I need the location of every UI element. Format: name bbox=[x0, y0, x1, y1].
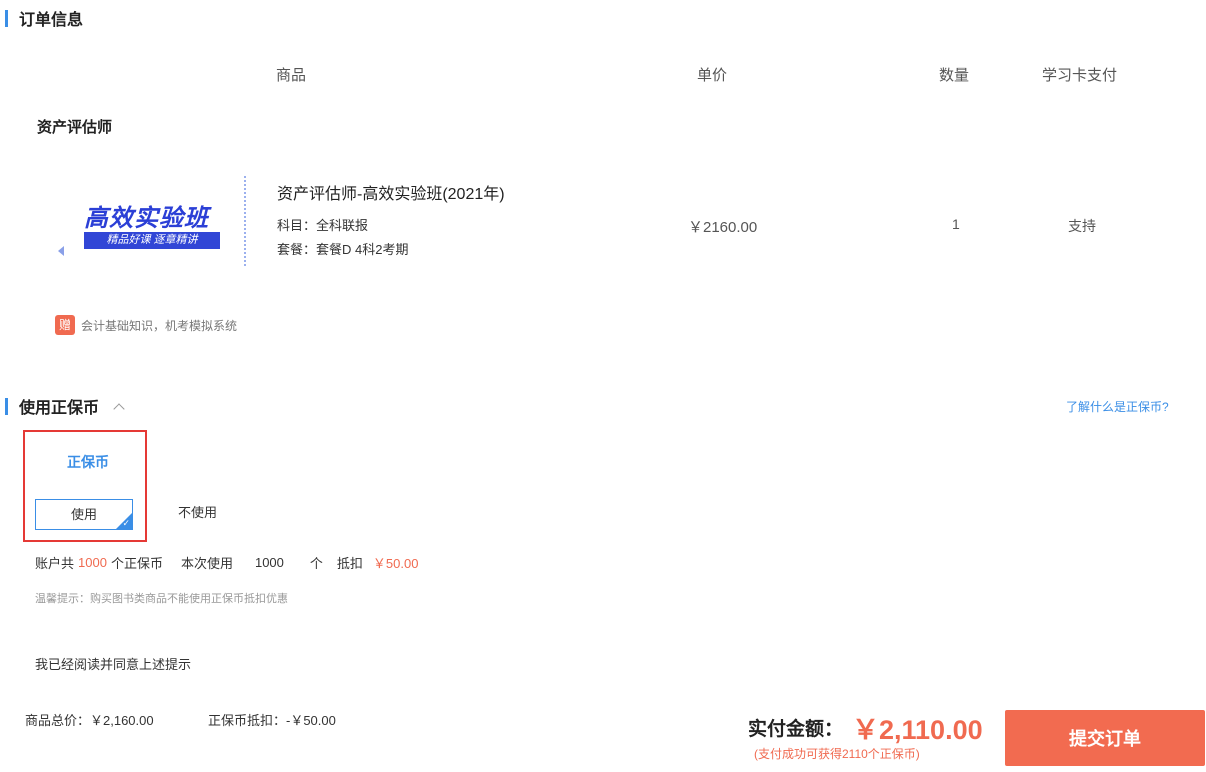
column-header-card-pay: 学习卡支付 bbox=[1042, 67, 1118, 84]
pay-amount: ￥2,110.00 bbox=[852, 715, 983, 745]
account-prefix: 账户共 bbox=[35, 556, 75, 571]
thumbnail-arrow-icon bbox=[58, 246, 64, 256]
product-unit-price: ￥2160.00 bbox=[688, 219, 758, 236]
column-header-quantity: 数量 bbox=[939, 67, 970, 84]
section-accent-bar bbox=[5, 397, 8, 415]
order-section-header: 订单信息 bbox=[0, 8, 84, 29]
no-coin-button[interactable]: 不使用 bbox=[162, 497, 234, 528]
gift-text: 会计基础知识，机考模拟系统 bbox=[81, 318, 238, 333]
course-group-title: 资产评估师 bbox=[37, 119, 113, 136]
deduct-value: ￥50.00 bbox=[372, 556, 419, 571]
thumbnail-main-text: 高效实验班 bbox=[84, 205, 209, 232]
coin-section-header[interactable]: 使用正保币 bbox=[0, 396, 125, 417]
coin-use-input[interactable]: 1000 bbox=[255, 555, 284, 570]
agreement-text[interactable]: 我已经阅读并同意上述提示 bbox=[35, 654, 191, 673]
coin-account-info: 账户共 1000 个正保币 本次使用 1000 个 抵扣 ￥50.00 bbox=[35, 553, 418, 572]
use-coin-label: 使用 bbox=[70, 507, 97, 522]
order-section-title: 订单信息 bbox=[19, 12, 84, 29]
account-coin-amount: 1000 bbox=[78, 555, 107, 570]
coin-section-title: 使用正保币 bbox=[19, 400, 100, 417]
thumbnail-sub-text: 精品好课 逐章精讲 bbox=[84, 232, 220, 249]
deduct-label: 抵扣 bbox=[336, 556, 363, 571]
goods-total: 商品总价：￥2,160.00 bbox=[25, 713, 154, 728]
card-pay-support: 支持 bbox=[1068, 218, 1096, 234]
coin-deduct-total: 正保币抵扣：-￥50.00 bbox=[208, 713, 336, 728]
product-name[interactable]: 资产评估师-高效实验班(2021年) bbox=[277, 180, 505, 204]
this-use-label: 本次使用 bbox=[180, 556, 233, 571]
product-package: 套餐：套餐D 4科2考期 bbox=[277, 242, 409, 257]
coin-help-link[interactable]: 了解什么是正保币? bbox=[1066, 398, 1169, 415]
product-thumbnail[interactable]: 高效实验班 精品好课 逐章精讲 bbox=[54, 168, 254, 280]
gift-badge-icon: 赠 bbox=[55, 315, 75, 335]
submit-order-button[interactable]: 提交订单 bbox=[1005, 710, 1205, 766]
gift-row: 赠 会计基础知识，机考模拟系统 bbox=[55, 315, 237, 335]
coin-label: 正保币 bbox=[67, 454, 109, 470]
check-icon: ✓ bbox=[122, 518, 130, 528]
pay-reward-note: (支付成功可获得2110个正保币) bbox=[754, 747, 920, 761]
section-accent-bar bbox=[5, 9, 8, 27]
column-header-product: 商品 bbox=[276, 67, 307, 84]
account-suffix: 个正保币 bbox=[110, 556, 163, 571]
column-header-unit-price: 单价 bbox=[697, 67, 728, 84]
thumbnail-decoration bbox=[232, 176, 246, 266]
coin-option-box: 正保币 使用 ✓ bbox=[23, 430, 147, 542]
pay-amount-label: 实付金额： bbox=[748, 719, 844, 740]
coin-unit: 个 bbox=[309, 556, 323, 571]
product-quantity: 1 bbox=[952, 216, 960, 232]
product-subject: 科目：全科联报 bbox=[277, 218, 369, 233]
chevron-up-icon[interactable] bbox=[113, 402, 125, 415]
use-coin-button[interactable]: 使用 ✓ bbox=[35, 499, 133, 530]
coin-tip: 温馨提示：购买图书类商品不能使用正保币抵扣优惠 bbox=[35, 593, 288, 605]
